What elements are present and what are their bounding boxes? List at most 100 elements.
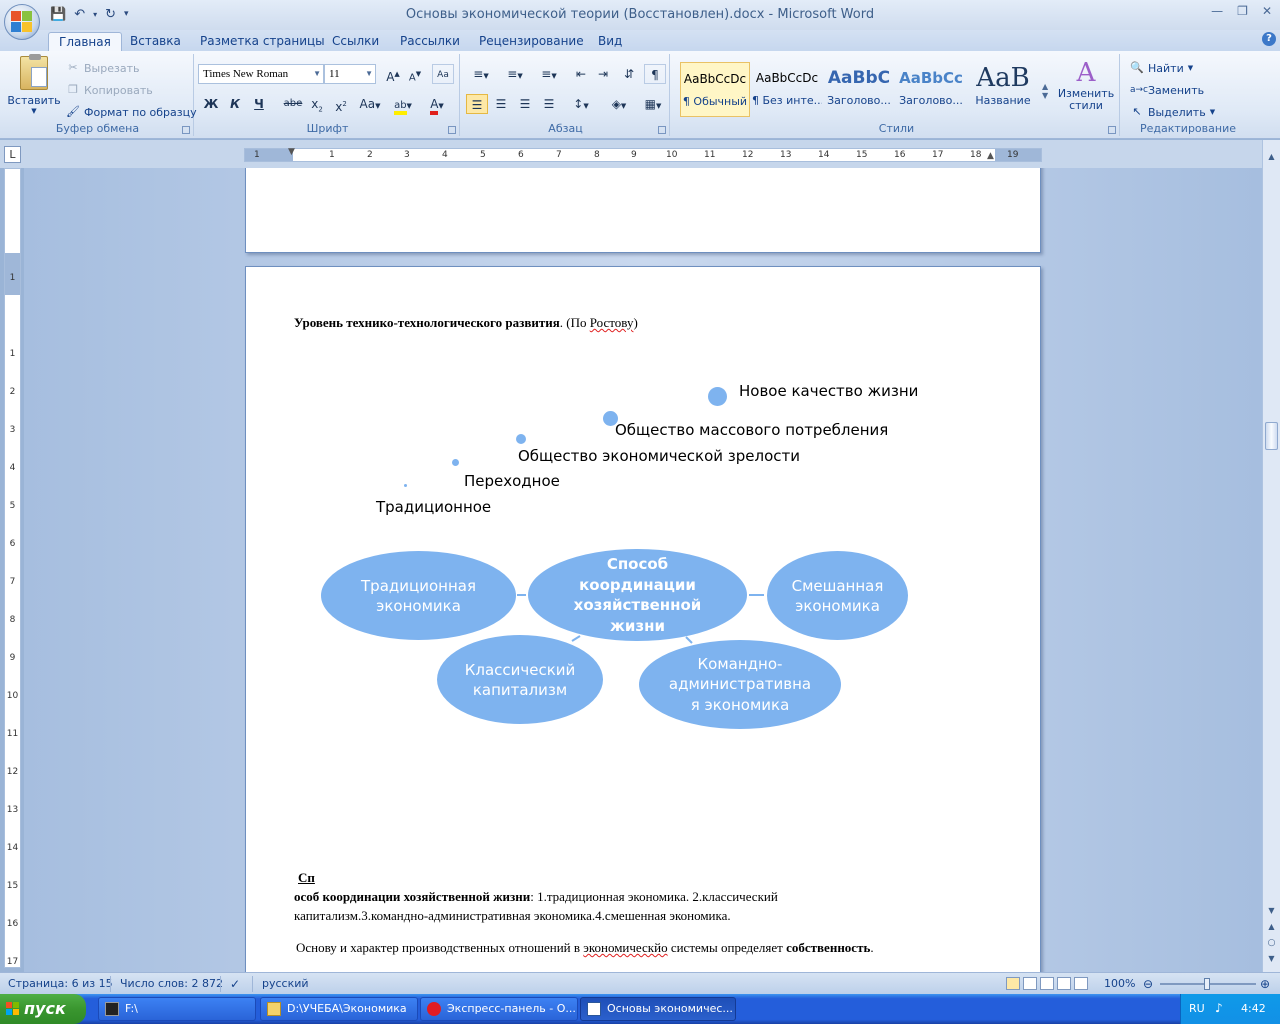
right-indent-marker-icon[interactable]: ▲: [987, 151, 994, 161]
font-name-combo[interactable]: Times New Roman ▼: [198, 64, 324, 84]
start-button[interactable]: пуск: [0, 994, 86, 1024]
tab-insert[interactable]: Вставка: [120, 32, 191, 51]
font-size-combo[interactable]: 11 ▼: [324, 64, 376, 84]
indent-marker-icon[interactable]: ▼: [288, 147, 295, 157]
office-button[interactable]: [4, 4, 40, 40]
scroll-down-icon[interactable]: ▼: [1265, 906, 1278, 918]
proofing-icon[interactable]: ✓: [230, 977, 240, 991]
taskbar-item-opera[interactable]: Экспресс-панель - О...: [420, 997, 578, 1021]
zoom-in-icon[interactable]: ⊕: [1260, 977, 1270, 991]
format-painter-button[interactable]: 🖌 Формат по образцу: [66, 105, 197, 119]
find-button[interactable]: 🔍 Найти ▼: [1130, 61, 1193, 75]
sort-icon[interactable]: ⇵: [618, 64, 640, 84]
clear-format-button[interactable]: Aa: [432, 64, 454, 84]
tab-home[interactable]: Главная: [48, 32, 122, 51]
language[interactable]: русский: [262, 977, 309, 990]
draft-icon[interactable]: [1074, 977, 1088, 990]
taskbar-item-drive[interactable]: F:\: [98, 997, 256, 1021]
style-sample: AaBbCcDc: [755, 71, 819, 85]
tab-page-layout[interactable]: Разметка страницы: [190, 32, 335, 51]
zoom-level[interactable]: 100%: [1104, 977, 1135, 990]
multilevel-list-icon[interactable]: ≡▼: [534, 64, 564, 84]
dialog-launcher-icon[interactable]: [182, 126, 190, 134]
replace-button[interactable]: a→c Заменить: [1130, 83, 1204, 97]
grow-font-button[interactable]: A▲: [382, 64, 404, 84]
minimize-icon[interactable]: —: [1211, 4, 1223, 18]
dialog-launcher-icon[interactable]: [1108, 126, 1116, 134]
horizontal-ruler[interactable]: 1 1 2 3 4 5 6 7 8 9 10 11 12 13 14 15 16…: [244, 147, 1042, 162]
tab-references[interactable]: Ссылки: [322, 32, 389, 51]
scroll-thumb[interactable]: [1265, 422, 1278, 450]
dialog-launcher-icon[interactable]: [448, 126, 456, 134]
line-spacing-icon[interactable]: ↕▼: [566, 94, 596, 114]
select-button[interactable]: ↖ Выделить ▼: [1130, 105, 1215, 119]
copy-label: Копировать: [84, 83, 153, 97]
next-page-icon[interactable]: ▼: [1265, 954, 1278, 966]
zoom-out-icon[interactable]: ⊖: [1143, 977, 1153, 991]
style-heading-1[interactable]: AaBbC Заголово...: [824, 62, 894, 117]
show-marks-icon[interactable]: ¶: [644, 64, 666, 84]
borders-icon[interactable]: ▦▼: [638, 94, 668, 114]
word-count[interactable]: Число слов: 2 872: [120, 977, 223, 990]
style-no-spacing[interactable]: AaBbCcDc ¶ Без инте...: [752, 62, 822, 117]
superscript-button[interactable]: x2: [330, 94, 352, 114]
diagram-node-classic: Классический капитализм: [437, 635, 603, 724]
zoom-slider[interactable]: [1160, 978, 1256, 990]
cut-button[interactable]: ✂ Вырезать: [66, 61, 139, 75]
close-icon[interactable]: ✕: [1262, 4, 1272, 18]
style-heading-2[interactable]: AaBbCc Заголово...: [896, 62, 966, 117]
previous-page-icon[interactable]: ▲: [1265, 922, 1278, 934]
taskbar-item-folder[interactable]: D:\УЧЕБА\Экономика: [260, 997, 418, 1021]
shrink-font-button[interactable]: A▼: [404, 64, 426, 84]
tab-view[interactable]: Вид: [588, 32, 632, 51]
align-left-icon[interactable]: ☰: [466, 94, 488, 114]
copy-button[interactable]: ❐ Копировать: [66, 83, 153, 97]
page-count[interactable]: Страница: 6 из 15: [8, 977, 113, 990]
subscript-button[interactable]: x2: [306, 94, 328, 114]
increase-indent-icon[interactable]: ⇥: [592, 64, 614, 84]
print-layout-icon[interactable]: [1006, 977, 1020, 990]
dialog-launcher-icon[interactable]: [658, 126, 666, 134]
outline-icon[interactable]: [1057, 977, 1071, 990]
underline-button[interactable]: Ч: [248, 94, 270, 114]
bullets-icon[interactable]: ≡▼: [466, 64, 496, 84]
zoom-slider-thumb[interactable]: [1204, 978, 1210, 990]
web-layout-icon[interactable]: [1040, 977, 1054, 990]
para2-mid-text: системы определяет: [667, 940, 787, 955]
vertical-ruler[interactable]: 1 1 2 3 4 5 6 7 8 9 10 11 12 13 14 15 16…: [4, 168, 21, 968]
highlight-button[interactable]: ab▼: [388, 94, 418, 115]
style-title[interactable]: AaB Название: [968, 62, 1038, 117]
decrease-indent-icon[interactable]: ⇤: [570, 64, 592, 84]
change-styles-button[interactable]: A Изменить стили: [1054, 58, 1118, 112]
restore-icon[interactable]: ❐: [1237, 4, 1248, 18]
paste-button[interactable]: Вставить ▼: [6, 54, 62, 115]
taskbar-item-word[interactable]: Основы экономичес...: [580, 997, 736, 1021]
strikethrough-button[interactable]: abe: [282, 94, 304, 114]
align-right-icon[interactable]: ☰: [514, 94, 536, 114]
volume-icon[interactable]: ♪: [1215, 1001, 1223, 1015]
bold-button[interactable]: Ж: [200, 94, 222, 114]
full-screen-reading-icon[interactable]: [1023, 977, 1037, 990]
italic-button[interactable]: К: [224, 94, 246, 114]
paragraph-2: Основу и характер производственных отнош…: [296, 940, 874, 956]
style-normal[interactable]: AaBbCcDc ¶ Обычный: [680, 62, 750, 117]
change-case-button[interactable]: Aa▼: [356, 94, 384, 114]
justify-icon[interactable]: ☰: [538, 94, 560, 114]
tab-selector-icon[interactable]: L: [4, 146, 21, 163]
tab-mailings[interactable]: Рассылки: [390, 32, 470, 51]
replace-icon: a→c: [1130, 85, 1149, 95]
language-indicator[interactable]: RU: [1189, 1002, 1205, 1015]
node-label: Классический капитализм: [464, 660, 576, 699]
align-center-icon[interactable]: ☰: [490, 94, 512, 114]
tab-review[interactable]: Рецензирование: [469, 32, 594, 51]
current-page[interactable]: Уровень технико-технологического развити…: [245, 266, 1041, 972]
font-color-button[interactable]: A▼: [422, 94, 452, 115]
numbering-icon[interactable]: ≡▼: [500, 64, 530, 84]
scroll-up-icon[interactable]: ▲: [1265, 152, 1278, 164]
browse-object-icon[interactable]: ○: [1265, 938, 1278, 950]
help-icon[interactable]: ?: [1262, 32, 1276, 46]
vertical-scrollbar[interactable]: ▲ ▼ ▲ ○ ▼: [1262, 140, 1280, 972]
clock[interactable]: 4:42: [1241, 1002, 1266, 1015]
shading-icon[interactable]: ◈▼: [604, 94, 634, 114]
styles-scroll[interactable]: ▲ ▼: [1042, 82, 1048, 100]
